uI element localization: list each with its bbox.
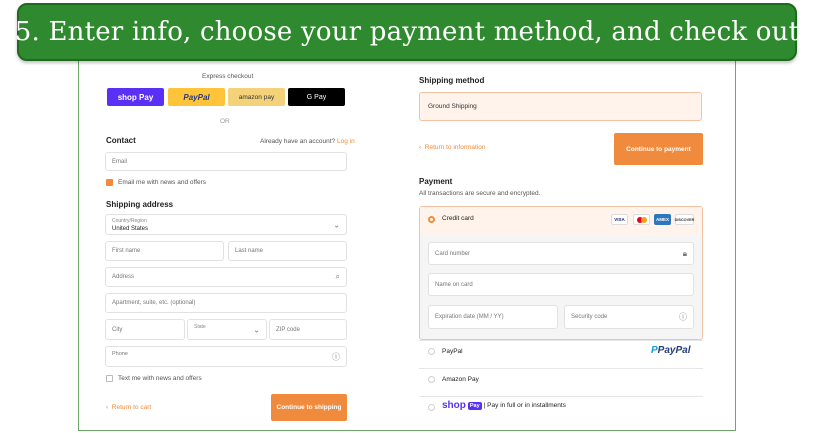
help-circle-icon[interactable]: ⓘ — [332, 351, 340, 362]
amazon-pay-radio[interactable] — [428, 376, 435, 383]
amazon-pay-label: amazon pay — [238, 93, 275, 101]
country-value: United States — [112, 226, 149, 232]
apartment-placeholder: Apartment, suite, etc. (optional) — [112, 300, 196, 306]
shop-pay-description: | Pay in full or in installments — [483, 402, 566, 409]
state-select[interactable]: State ⌄ — [187, 319, 267, 340]
return-to-information-link[interactable]: ‹ Return to information — [419, 144, 486, 151]
last-name-field[interactable]: Last name — [228, 241, 347, 261]
card-number-placeholder: Card number — [435, 250, 471, 257]
email-news-checkbox[interactable] — [106, 179, 113, 186]
amazon-pay-button[interactable]: amazon pay — [228, 88, 285, 106]
text-news-label: Text me with news and offers — [118, 375, 202, 382]
shipping-option-ground[interactable]: Ground Shipping — [419, 92, 702, 121]
return-cart-label: Return to cart — [111, 404, 152, 411]
zip-field[interactable]: ZIP code — [269, 319, 347, 340]
zip-placeholder: ZIP code — [276, 326, 300, 333]
credit-card-radio[interactable] — [428, 216, 435, 223]
paypal-option-label: PayPal — [442, 348, 463, 355]
country-select[interactable]: Country/Region United States ⌄ — [105, 214, 347, 235]
amex-card-icon: AMEX — [654, 214, 671, 225]
search-icon: ⌕ — [335, 272, 340, 281]
checkout-screenshot: Express checkout shop Pay PayPal amazon … — [78, 58, 736, 431]
visa-text: VISA — [614, 217, 625, 222]
security-code-placeholder: Security code — [571, 314, 608, 320]
continue-to-payment-button[interactable]: Continue to payment — [614, 133, 703, 165]
city-field[interactable]: City — [105, 319, 185, 340]
contact-heading: Contact — [106, 136, 136, 145]
shop-pay-logo: shop — [442, 400, 466, 411]
paypal-radio[interactable] — [428, 348, 435, 355]
chevron-down-icon: ⌄ — [253, 325, 260, 334]
return-to-cart-link[interactable]: ‹ Return to cart — [106, 404, 151, 411]
amex-text: AMEX — [655, 217, 669, 222]
banner-title: 5. Enter info, choose your payment metho… — [14, 17, 800, 47]
shop-pay-button[interactable]: shop Pay — [107, 88, 164, 106]
card-number-field[interactable]: Card number 🔒︎ — [428, 242, 694, 265]
first-name-field[interactable]: First name — [105, 241, 224, 261]
express-checkout-title: Express checkout — [202, 73, 254, 80]
text-news-checkbox[interactable] — [106, 375, 113, 382]
last-name-placeholder: Last name — [235, 248, 264, 254]
phone-placeholder: Phone — [112, 351, 128, 357]
paypal-label: PayPal — [183, 92, 210, 102]
shop-pay-option-label: shop Pay | Pay in full or in installment… — [442, 400, 566, 411]
address-placeholder: Address — [112, 274, 135, 280]
address-field[interactable]: Address ⌕ — [105, 267, 347, 287]
account-prompt: Already have an account? Log in — [260, 138, 355, 145]
paypal-button[interactable]: PayPal — [168, 88, 225, 106]
phone-field[interactable]: Phone ⓘ — [105, 346, 347, 367]
continue-payment-label: Continue to payment — [626, 145, 691, 153]
name-on-card-field[interactable]: Name on card — [428, 273, 694, 296]
payment-heading: Payment — [419, 177, 453, 186]
google-pay-button[interactable]: G Pay — [288, 88, 345, 106]
apartment-field[interactable]: Apartment, suite, etc. (optional) — [105, 293, 347, 313]
email-field[interactable]: Email — [105, 152, 347, 171]
email-news-label: Email me with news and offers — [118, 179, 207, 186]
shipping-address-heading: Shipping address — [106, 200, 174, 209]
visa-card-icon: VISA — [611, 214, 628, 225]
continue-shipping-label: Continue to shipping — [276, 404, 342, 411]
chevron-left-icon: ‹ — [419, 144, 422, 151]
login-link[interactable]: Log in — [337, 138, 355, 145]
return-info-label: Return to information — [424, 144, 486, 151]
help-circle-icon[interactable]: ⓘ — [679, 312, 687, 323]
discover-card-icon: DISCOVER — [675, 214, 694, 225]
city-placeholder: City — [112, 326, 123, 333]
first-name-placeholder: First name — [112, 248, 141, 254]
shipping-method-heading: Shipping method — [419, 76, 485, 85]
step-banner: 5. Enter info, choose your payment metho… — [14, 3, 800, 61]
chevron-left-icon: ‹ — [106, 404, 109, 411]
account-prompt-text: Already have an account? — [260, 138, 336, 145]
ground-shipping-label: Ground Shipping — [428, 103, 477, 110]
email-placeholder: Email — [112, 158, 128, 165]
expiration-date-field[interactable]: Expiration date (MM / YY) — [428, 305, 558, 329]
continue-to-shipping-button[interactable]: Continue to shipping — [271, 394, 347, 421]
paypal-logo-text: PayPal — [657, 345, 691, 356]
discover-text: DISCOVER — [674, 217, 695, 222]
country-label: Country/Region — [112, 218, 147, 224]
name-on-card-placeholder: Name on card — [435, 281, 473, 288]
mastercard-icon — [633, 214, 650, 225]
expiration-placeholder: Expiration date (MM / YY) — [435, 314, 504, 320]
amazon-pay-option-label: Amazon Pay — [442, 376, 479, 383]
credit-card-label: Credit card — [442, 215, 474, 222]
shop-pay-radio[interactable] — [428, 404, 435, 411]
google-pay-label: G Pay — [306, 93, 327, 101]
chevron-down-icon: ⌄ — [333, 220, 340, 229]
paypal-logo: PPayPal — [651, 345, 691, 356]
security-code-field[interactable]: Security code ⓘ — [564, 305, 694, 329]
payment-subtitle: All transactions are secure and encrypte… — [419, 190, 541, 197]
shop-pay-badge: Pay — [467, 401, 482, 410]
state-label: State — [194, 324, 206, 330]
shop-pay-label: shop Pay — [117, 92, 154, 102]
lock-icon: 🔒︎ — [682, 248, 687, 258]
or-divider: OR — [220, 118, 230, 125]
